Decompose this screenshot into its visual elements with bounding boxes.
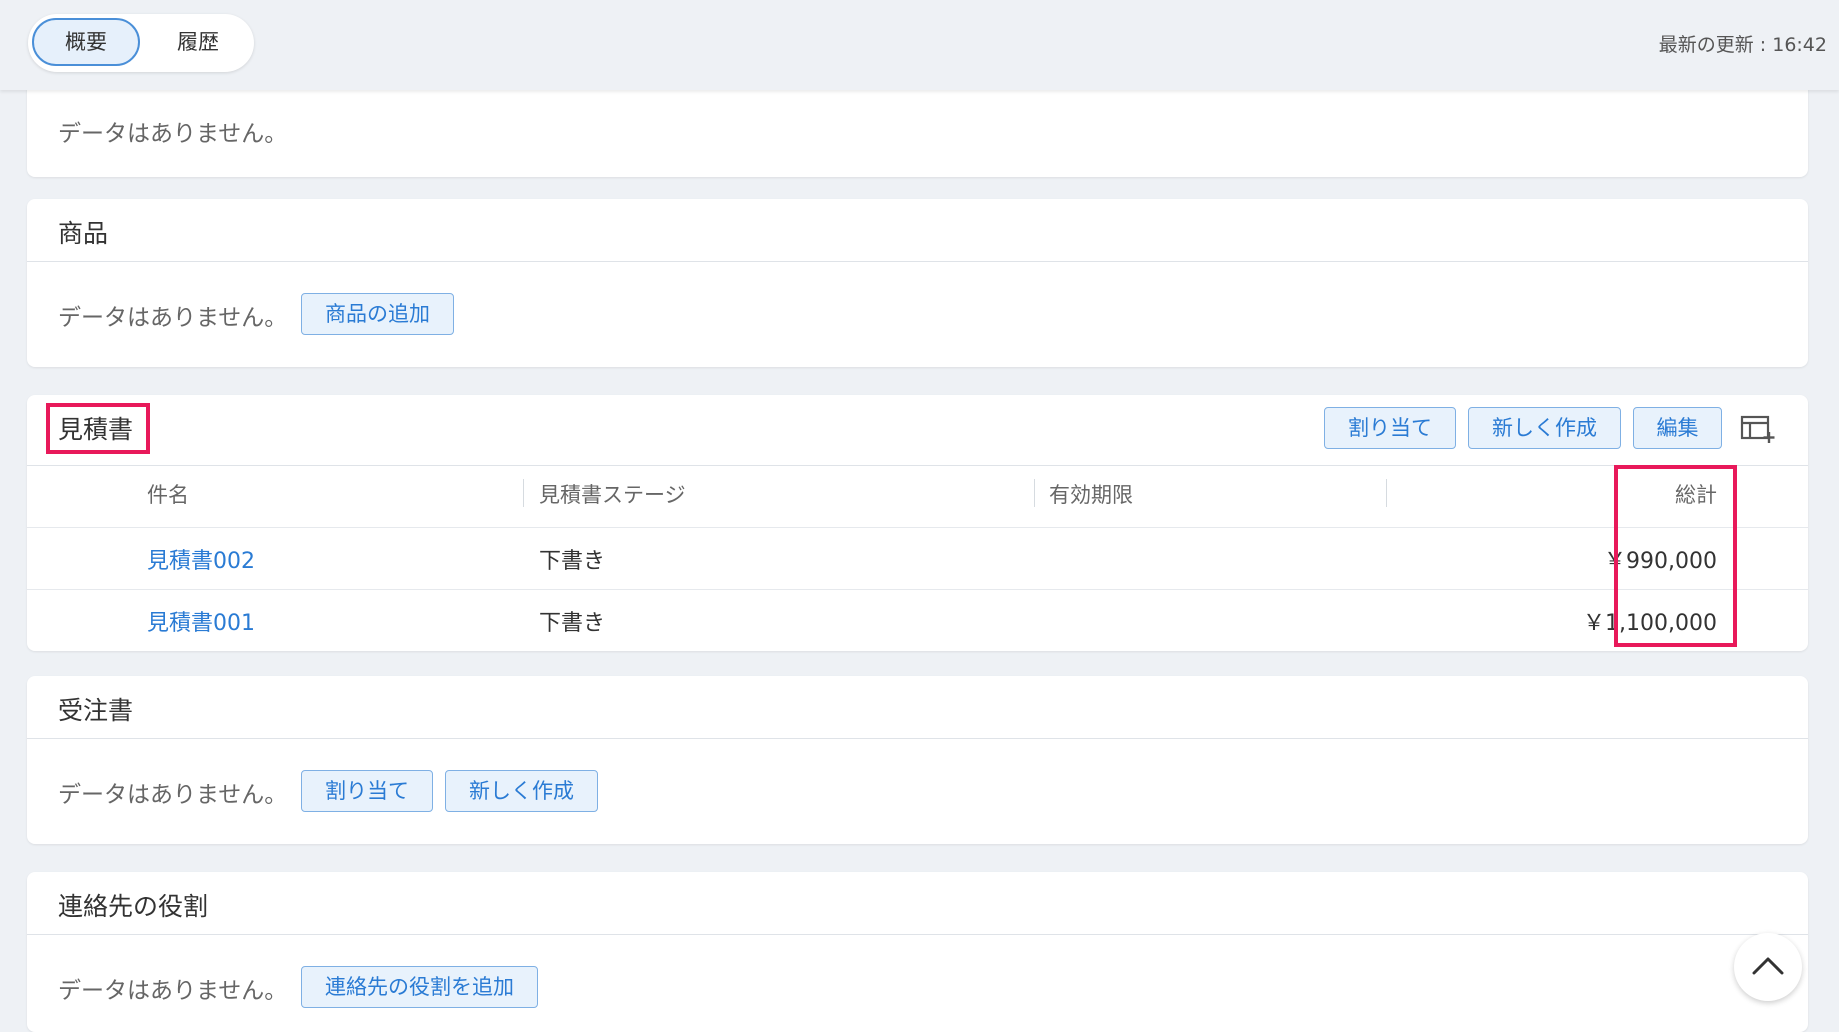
chevron-up-icon [1752, 957, 1784, 975]
contact-roles-no-data: データはありません。 [58, 978, 288, 1004]
scroll-to-top-button[interactable] [1734, 933, 1802, 1001]
divider [27, 934, 1808, 935]
column-header-name[interactable]: 件名 [147, 479, 189, 509]
column-separator [1386, 479, 1387, 507]
divider [27, 738, 1808, 739]
row-divider [27, 527, 1808, 528]
contact-roles-title: 連絡先の役割 [58, 892, 209, 921]
products-card: 商品 データはありません。 商品の追加 [27, 199, 1808, 367]
orders-title: 受注書 [58, 696, 134, 725]
quote-name-link[interactable]: 見積書002 [147, 543, 255, 575]
column-separator [523, 479, 524, 507]
orders-no-data: データはありません。 [58, 782, 288, 808]
top-bar: 概要 履歴 最新の更新 : 16:42 [0, 0, 1839, 90]
products-no-data: データはありません。 [58, 305, 288, 331]
last-updated-label: 最新の更新 : 16:42 [1658, 34, 1827, 56]
total-column-highlight-box [1614, 465, 1737, 647]
row-divider [27, 589, 1808, 590]
quotes-card: 見積書 割り当て 新しく作成 編集 件名 見積書ステージ 有効期限 総計 見積書… [27, 395, 1808, 651]
no-data-text: データはありません。 [58, 121, 288, 147]
column-separator [1034, 479, 1035, 507]
quote-name-link[interactable]: 見積書001 [147, 605, 255, 637]
top-partial-card: データはありません。 [27, 80, 1808, 177]
add-column-icon[interactable] [1740, 414, 1776, 444]
assign-quote-button[interactable]: 割り当て [1324, 407, 1456, 449]
column-header-expiry[interactable]: 有効期限 [1049, 479, 1133, 509]
assign-order-button[interactable]: 割り当て [301, 770, 433, 812]
products-title: 商品 [58, 219, 109, 248]
divider [27, 465, 1808, 466]
quote-stage: 下書き [539, 549, 606, 574]
column-header-stage[interactable]: 見積書ステージ [539, 479, 686, 509]
title-highlight-box [46, 403, 150, 454]
create-quote-button[interactable]: 新しく作成 [1468, 407, 1621, 449]
contact-roles-card: 連絡先の役割 データはありません。 連絡先の役割を追加 [27, 872, 1808, 1032]
tab-overview[interactable]: 概要 [32, 18, 140, 66]
tab-history[interactable]: 履歴 [148, 18, 248, 66]
add-contact-role-button[interactable]: 連絡先の役割を追加 [301, 966, 538, 1008]
view-tab-switcher: 概要 履歴 [28, 14, 254, 72]
orders-card: 受注書 データはありません。 割り当て 新しく作成 [27, 676, 1808, 844]
divider [27, 261, 1808, 262]
create-order-button[interactable]: 新しく作成 [445, 770, 598, 812]
quote-stage: 下書き [539, 611, 606, 636]
add-product-button[interactable]: 商品の追加 [301, 293, 454, 335]
edit-quotes-button[interactable]: 編集 [1633, 407, 1722, 449]
